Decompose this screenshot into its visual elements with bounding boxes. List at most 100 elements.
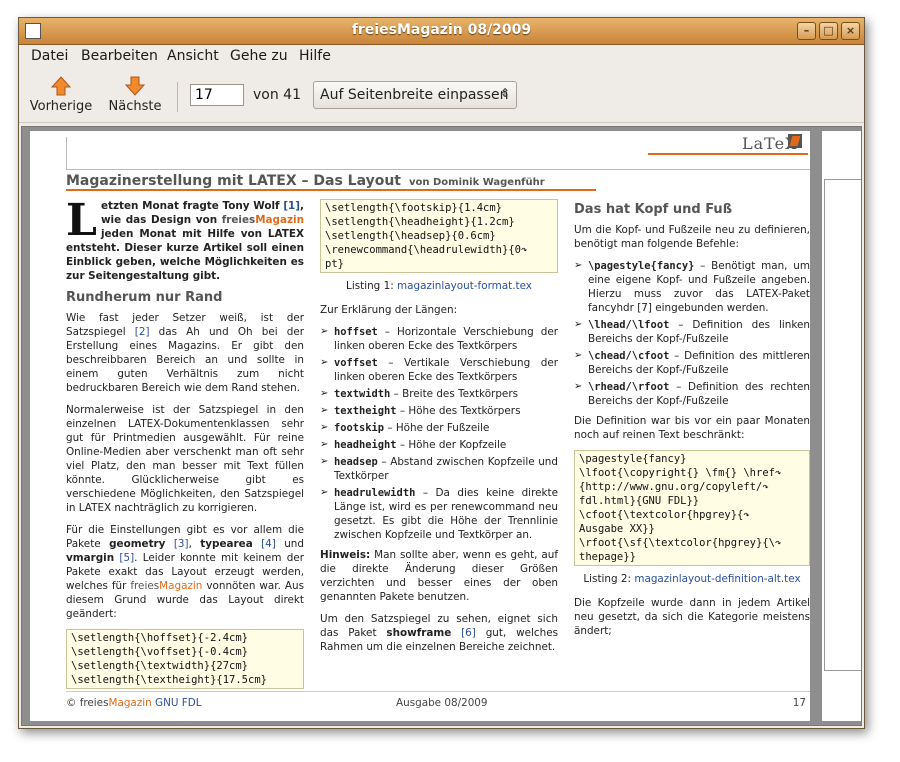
footer-copyright: © freiesMagazin GNU FDL	[66, 697, 202, 709]
text: ,	[188, 538, 201, 550]
zoom-select[interactable]: Auf Seitenbreite einpassen ⇕	[313, 81, 517, 109]
term: headrulewidth	[334, 487, 416, 499]
license-link[interactable]: GNU FDL	[152, 697, 202, 709]
text: © freies	[66, 697, 109, 709]
term: \chead/\cfoot	[588, 350, 670, 362]
definition: – Breite des Textkörpers	[390, 388, 519, 400]
menu-bearbeiten[interactable]: Bearbeiten	[81, 48, 158, 64]
article-title-text: Magazinerstellung mit LATEX – Das Layout	[66, 173, 402, 189]
brand-text: freies	[221, 214, 256, 226]
term: textheight	[334, 405, 397, 417]
term: \lhead/\lfoot	[588, 319, 670, 331]
text: und	[275, 538, 304, 550]
definition-list: \pagestyle{fancy} – Benötigt man, um ein…	[574, 259, 810, 408]
title-bar[interactable]: freiesMagazin 08/2009 – □ ×	[19, 18, 864, 45]
column-1: Letzten Monat fragte Tony Wolf [1], wie …	[66, 199, 304, 689]
definition-list: hoffset – Horizontale Verschiebung der l…	[320, 325, 558, 542]
paragraph: Hinweis: Man sollte aber, wenn es geht, …	[320, 548, 558, 604]
paragraph: Die Definition war bis vor ein paar Mona…	[574, 415, 810, 441]
package-name: vmargin	[66, 552, 115, 564]
previous-label: Vorherige	[29, 99, 93, 114]
lead-paragraph: Letzten Monat fragte Tony Wolf [1], wie …	[66, 199, 304, 283]
pdf-page: LaTeX Magazinerstellung mit LATEX – Das …	[30, 131, 810, 721]
list-item: headsep – Abstand zwischen Kopfzeile und…	[320, 455, 558, 483]
code-listing: \pagestyle{fancy} \lfoot{\copyright{} \f…	[574, 450, 810, 566]
paragraph: Die Kopfzeile wurde dann in jedem Artike…	[574, 597, 810, 637]
code-listing: \setlength{\footskip}{1.4cm} \setlength{…	[320, 199, 558, 273]
lead-text: etzten Monat fragte Tony Wolf	[100, 200, 284, 212]
previous-button[interactable]: Vorherige	[29, 76, 93, 114]
list-item: \lhead/\lfoot – Definition des linken Be…	[574, 318, 810, 346]
package-name: showframe	[386, 627, 452, 639]
menu-hilfe[interactable]: Hilfe	[299, 48, 331, 64]
list-item: \pagestyle{fancy} – Benötigt man, um ein…	[574, 259, 810, 315]
paragraph: Wie fast jeder Setzer weiß, ist der Satz…	[66, 311, 304, 395]
list-item: textwidth – Breite des Textkörpers	[320, 387, 558, 401]
next-button[interactable]: Nächste	[105, 76, 165, 114]
term: hoffset	[334, 326, 378, 338]
code-listing: \setlength{\hoffset}{-2.4cm} \setlength{…	[66, 629, 304, 689]
list-item: hoffset – Horizontale Verschiebung der l…	[320, 325, 558, 353]
document-view[interactable]: LaTeX Magazinerstellung mit LATEX – Das …	[21, 126, 862, 726]
menu-bar: Datei Bearbeiten Ansicht Gehe zu Hilfe	[19, 45, 864, 67]
ref-link[interactable]: [4]	[253, 538, 276, 550]
drop-cap: L	[66, 195, 97, 246]
paragraph: Um den Satzspiegel zu sehen, eignet sich…	[320, 612, 558, 654]
list-item: headheight – Höhe der Kopfzeile	[320, 438, 558, 452]
listing-link[interactable]: magazinlayout-format.tex	[397, 280, 532, 292]
brand-text: Magazin	[255, 214, 304, 226]
article-author: von Dominik Wagenführ	[409, 177, 545, 188]
paragraph: Normalerweise ist der Satzspiegel in den…	[66, 404, 304, 514]
menu-datei[interactable]: Datei	[31, 48, 68, 64]
arrow-up-icon	[50, 76, 72, 96]
ref-link[interactable]: [3]	[165, 538, 189, 550]
toolbar-separator	[177, 82, 178, 112]
page-frame	[824, 179, 861, 671]
paragraph: Für die Einstellungen gibt es vor allem …	[66, 523, 304, 621]
zoom-select-value: Auf Seitenbreite einpassen	[320, 87, 509, 103]
ref-link[interactable]: [6]	[451, 627, 476, 639]
listing-link[interactable]: magazinlayout-definition-alt.tex	[634, 573, 800, 585]
footer-page-number: 17	[792, 697, 806, 709]
definition: – Höhe der Fußzeile	[384, 422, 490, 434]
brand-text: freies	[130, 580, 160, 592]
menu-ansicht[interactable]: Ansicht	[167, 48, 219, 64]
package-name: geometry	[109, 538, 166, 550]
list-item: \chead/\cfoot – Definition des mittleren…	[574, 349, 810, 377]
brand-text: Magazin	[108, 697, 152, 709]
term: textwidth	[334, 388, 391, 400]
spin-arrows-icon: ⇕	[499, 86, 510, 100]
column-3: Das hat Kopf und Fuß Um die Kopf- und Fu…	[574, 199, 810, 646]
paragraph: Um die Kopf- und Fußzeile neu zu definie…	[574, 224, 810, 250]
page-total-label: von 41	[253, 87, 301, 103]
brand-text: Magazin	[159, 580, 203, 592]
minimize-icon[interactable]: –	[797, 22, 816, 40]
hint-label: Hinweis:	[320, 549, 371, 561]
close-icon[interactable]: ×	[841, 22, 860, 40]
ref-link[interactable]: [1]	[283, 200, 300, 212]
term: \rhead/\rfoot	[588, 381, 670, 393]
page-number-input[interactable]: 17	[190, 84, 244, 106]
package-name: typearea	[200, 538, 253, 550]
next-label: Nächste	[108, 99, 162, 114]
list-item: footskip – Höhe der Fußzeile	[320, 421, 558, 435]
term: \pagestyle{fancy}	[588, 260, 695, 272]
arrow-down-icon	[124, 76, 146, 96]
list-item: \rhead/\rfoot – Definition des rechten B…	[574, 380, 810, 408]
lead-text: jeden Monat mit Hilfe von LATEX entsteht…	[66, 228, 304, 282]
section-heading: Das hat Kopf und Fuß	[574, 202, 733, 217]
document-viewer-window: freiesMagazin 08/2009 – □ × Datei Bearbe…	[18, 17, 865, 729]
maximize-icon[interactable]: □	[819, 22, 838, 40]
ref-link[interactable]: [5]	[114, 552, 134, 564]
term: headsep	[334, 456, 378, 468]
ref-link[interactable]: [2]	[135, 326, 150, 338]
definition: – Höhe der Kopfzeile	[396, 439, 507, 451]
header-rule	[648, 153, 808, 155]
menu-gehe-zu[interactable]: Gehe zu	[230, 48, 288, 64]
listing-caption: Listing 2: magazinlayout-definition-alt.…	[574, 572, 810, 586]
title-rule	[66, 189, 596, 191]
term: voffset	[334, 357, 378, 369]
caption-label: Listing 2:	[583, 573, 635, 585]
column-2: \setlength{\footskip}{1.4cm} \setlength{…	[320, 199, 558, 662]
list-item: headrulewidth – Da dies keine direkte Lä…	[320, 486, 558, 542]
